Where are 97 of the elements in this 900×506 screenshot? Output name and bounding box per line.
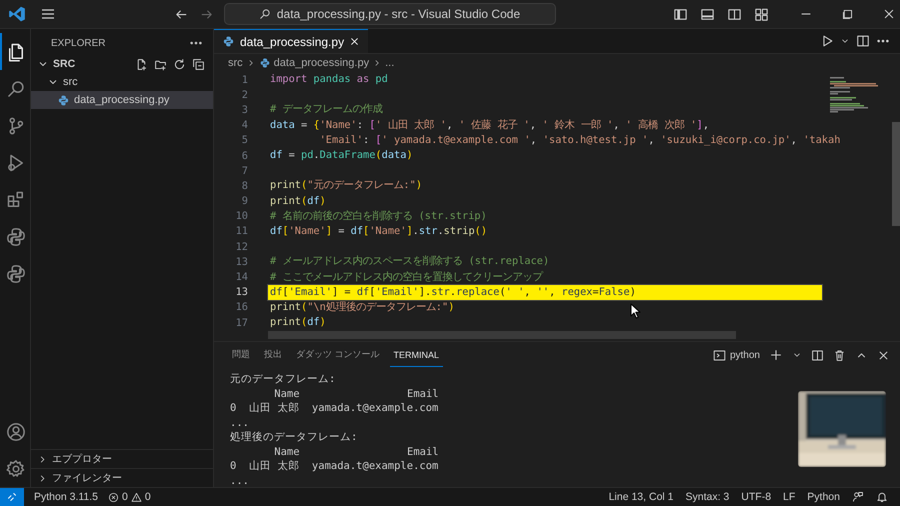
python-icon bbox=[6, 264, 26, 284]
files-icon bbox=[6, 42, 26, 62]
terminal-line: Name Email bbox=[273, 444, 440, 459]
python-file-icon bbox=[57, 94, 70, 106]
code-line: data = {'Name': [' 山田 太郎 ', ' 佐藤 花子 ', ' 鈴木 一郎 ', ' 高橋 次郎 '], bbox=[269, 118, 710, 133]
line-number: 13 bbox=[234, 286, 249, 298]
code-line: print("\n処理後のデータフレーム:") bbox=[269, 300, 456, 315]
status-item[interactable]: LF bbox=[783, 491, 796, 503]
maximize-icon[interactable] bbox=[841, 8, 854, 20]
line-number: 16 bbox=[234, 301, 249, 314]
python-file-icon bbox=[222, 35, 235, 48]
breadcrumb-item[interactable]: ... bbox=[385, 57, 394, 69]
section-header[interactable]: ファイレンター bbox=[52, 471, 122, 485]
problems-status[interactable]: 0 0 bbox=[108, 491, 151, 503]
split-layout-icon[interactable] bbox=[727, 6, 742, 22]
status-item[interactable]: Syntax: 3 bbox=[686, 491, 730, 503]
line-number: 11 bbox=[234, 225, 249, 238]
editor-tab[interactable]: data_processing.py bbox=[214, 29, 368, 53]
status-item[interactable]: UTF-8 bbox=[741, 491, 772, 503]
terminal-line: ... bbox=[230, 474, 250, 488]
close-icon[interactable] bbox=[877, 348, 890, 362]
bell-icon[interactable] bbox=[876, 491, 888, 503]
vertical-scrollbar[interactable] bbox=[892, 122, 900, 226]
terminal-line: 0 山田 太郎 yamada.t@example.com bbox=[230, 401, 440, 416]
error-icon bbox=[108, 492, 120, 502]
code-line: print("元のデータフレーム:") bbox=[269, 178, 424, 194]
sidebar-title: EXPLORER bbox=[51, 38, 106, 48]
panel-tab[interactable]: TERMINAL bbox=[390, 344, 444, 366]
warning-icon bbox=[130, 492, 142, 502]
panel-tab[interactable]: ダダッツ コンソール bbox=[292, 342, 384, 368]
collapse-all-icon[interactable] bbox=[192, 58, 205, 70]
terminal-icon bbox=[712, 348, 726, 362]
code-line: import pandas as pd bbox=[269, 72, 389, 88]
search-icon bbox=[6, 78, 26, 98]
panel-tab[interactable]: 問題 bbox=[228, 342, 254, 368]
python-icon bbox=[6, 226, 26, 246]
interpreter-status[interactable]: Python 3.11.5 bbox=[34, 491, 98, 503]
line-number: 5 bbox=[240, 134, 249, 146]
status-item[interactable]: Line 13, Col 1 bbox=[608, 491, 674, 503]
code-line: df['Name'] = df['Name'].str.strip() bbox=[269, 224, 488, 239]
code-line: print(df) bbox=[269, 315, 327, 330]
close-icon[interactable] bbox=[882, 7, 896, 21]
terminal-line: 0 山田 太郎 yamada.t@example.com bbox=[230, 459, 440, 474]
code-line: # メールアドレス内のスペースを削除する (str.replace) bbox=[269, 254, 550, 270]
file-tree-item[interactable]: data_processing.py bbox=[31, 91, 213, 109]
line-number: 3 bbox=[240, 104, 249, 116]
panel-toggle-icon[interactable] bbox=[700, 6, 715, 22]
code-line: 'Email': [' yamada.t@example.com ', 'sato.h@test.jp ', 'suzuki_i@corp.co.jp', 'takah bbox=[318, 132, 842, 148]
line-number: 6 bbox=[240, 150, 249, 162]
line-number: 12 bbox=[234, 240, 249, 253]
split-editor-icon[interactable] bbox=[856, 34, 870, 48]
search-icon bbox=[258, 8, 271, 20]
feedback-icon[interactable] bbox=[852, 491, 864, 503]
terminal-line: 元のデータフレーム: bbox=[230, 372, 336, 386]
line-number: 8 bbox=[240, 180, 249, 192]
panel-tab[interactable]: 投出 bbox=[260, 342, 286, 368]
line-number: 17 bbox=[234, 316, 249, 329]
refresh-icon[interactable] bbox=[173, 58, 186, 70]
section-header[interactable]: エブプロター bbox=[52, 452, 112, 466]
breadcrumb-item[interactable]: data_processing.py bbox=[274, 57, 370, 69]
trash-icon[interactable] bbox=[833, 348, 846, 362]
python-file-icon bbox=[258, 57, 271, 69]
code-line: print(df) bbox=[269, 194, 327, 209]
terminal-line: Name Email bbox=[273, 386, 440, 401]
line-number: 10 bbox=[234, 210, 249, 222]
settings-icon[interactable] bbox=[6, 458, 26, 478]
line-number: 4 bbox=[240, 119, 249, 132]
code-line: # データフレームの作成 bbox=[269, 102, 384, 118]
split-terminal-icon[interactable] bbox=[811, 348, 824, 362]
code-line: # 名前の前後の空白を削除する (str.strip) bbox=[269, 208, 488, 224]
run-debug-icon bbox=[6, 152, 26, 172]
terminal-line: 処理後のデータフレーム: bbox=[230, 430, 358, 444]
account-icon[interactable] bbox=[6, 422, 26, 442]
folder-header[interactable]: SRC bbox=[53, 58, 76, 70]
new-file-icon[interactable] bbox=[135, 58, 148, 70]
new-terminal-icon[interactable] bbox=[769, 348, 783, 362]
line-number: 14 bbox=[234, 271, 249, 284]
horizontal-scrollbar[interactable] bbox=[268, 331, 736, 339]
sidebar-toggle-icon[interactable] bbox=[673, 6, 688, 22]
code-line: df = pd.DataFrame(data) bbox=[269, 148, 414, 164]
folder-tree-item[interactable]: src bbox=[31, 73, 213, 91]
status-item[interactable]: Python bbox=[807, 491, 840, 503]
breadcrumb-item[interactable]: src bbox=[228, 57, 243, 69]
remote-icon bbox=[6, 491, 18, 503]
command-center-search[interactable]: data_processing.py - src - Visual Studio Code bbox=[224, 3, 556, 25]
line-number: 13 bbox=[234, 256, 249, 268]
line-number: 2 bbox=[240, 88, 249, 101]
terminal-selector[interactable]: python bbox=[712, 348, 760, 362]
layout-grid-icon[interactable] bbox=[754, 6, 769, 22]
terminal-line: ... bbox=[230, 416, 250, 430]
code-line: # ここでメールアドレス内の空白を置換してクリーンアップ bbox=[269, 270, 544, 285]
vscode-logo-icon bbox=[8, 5, 26, 23]
line-number: 1 bbox=[240, 74, 249, 86]
line-number: 7 bbox=[240, 164, 249, 177]
line-number: 9 bbox=[240, 195, 249, 208]
extensions-icon bbox=[6, 190, 26, 210]
close-icon[interactable] bbox=[349, 36, 360, 47]
